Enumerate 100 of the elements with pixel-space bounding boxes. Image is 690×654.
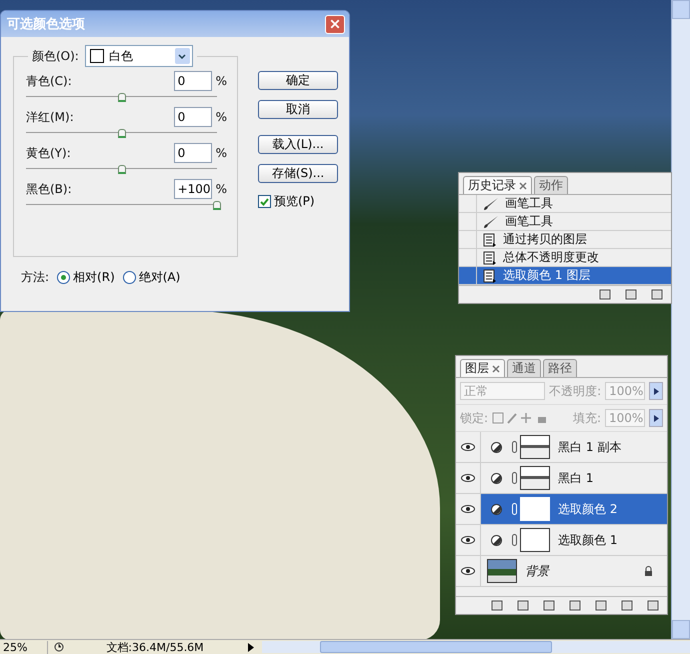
link-icon xyxy=(512,441,517,453)
history-label: 通过拷贝的图层 xyxy=(503,231,587,248)
value-field[interactable]: 0 xyxy=(174,107,212,127)
slider-label: 黑色(B): xyxy=(26,180,72,198)
slider-label: 青色(C): xyxy=(26,72,72,90)
slider-label: 洋红(M): xyxy=(26,108,74,126)
history-item[interactable]: 画笔工具 xyxy=(459,195,671,213)
brush-icon xyxy=(483,214,499,228)
layer-row[interactable]: 背景 xyxy=(456,556,667,587)
history-label: 总体不透明度更改 xyxy=(503,249,599,266)
document-icon xyxy=(483,250,497,264)
link-icon xyxy=(512,472,517,484)
layer-thumbnail xyxy=(520,528,550,552)
toolbar-icon[interactable] xyxy=(647,600,659,611)
history-label: 画笔工具 xyxy=(505,213,553,230)
lock-icon xyxy=(644,566,653,576)
color-dropdown[interactable]: 白色 xyxy=(84,45,193,67)
layer-row[interactable]: 黑白 1 副本 xyxy=(456,432,667,463)
method-label: 方法: xyxy=(21,269,50,286)
toolbar-icon[interactable] xyxy=(543,600,555,611)
zoom-field[interactable]: 25% xyxy=(0,640,48,654)
toolbar-icon[interactable] xyxy=(621,600,633,611)
dialog-button[interactable]: 存储(S)... xyxy=(258,164,338,183)
slider-thumb[interactable] xyxy=(118,165,126,174)
history-item[interactable]: 通过拷贝的图层 xyxy=(459,231,671,249)
close-icon[interactable] xyxy=(519,182,527,190)
lock-label: 锁定: xyxy=(460,410,488,426)
history-item[interactable]: 画笔工具 xyxy=(459,213,671,231)
close-button[interactable] xyxy=(325,14,345,34)
slider-thumb[interactable] xyxy=(213,201,221,210)
slider-track[interactable] xyxy=(26,93,217,102)
history-label: 选取颜色 1 图层 xyxy=(503,267,590,284)
layer-thumbnail xyxy=(520,497,550,521)
toolbar-icon[interactable] xyxy=(517,600,529,611)
slider-track[interactable] xyxy=(26,165,217,174)
eye-icon[interactable] xyxy=(461,536,475,544)
close-icon[interactable] xyxy=(492,364,500,372)
slider-track[interactable] xyxy=(26,129,217,138)
link-icon xyxy=(512,534,517,546)
play-icon[interactable] xyxy=(248,642,254,652)
triangle-icon xyxy=(654,388,659,394)
dialog-button[interactable]: 确定 xyxy=(258,71,338,90)
horizontal-scrollbar[interactable] xyxy=(262,641,690,653)
radio-option[interactable]: 绝对(A) xyxy=(122,269,180,286)
dialog-title: 可选颜色选项 xyxy=(7,16,85,33)
eye-icon[interactable] xyxy=(461,474,475,482)
panel-tab[interactable]: 通道 xyxy=(507,359,541,377)
layer-row[interactable]: 选取颜色 2 xyxy=(456,494,667,525)
chevron-icon xyxy=(174,48,190,64)
layer-row[interactable]: 黑白 1 xyxy=(456,463,667,494)
panel-tab[interactable]: 图层 xyxy=(460,359,505,377)
toolbar-icon[interactable] xyxy=(491,600,503,611)
layer-name: 选取颜色 2 xyxy=(558,500,618,518)
fill-label: 填充: xyxy=(572,410,601,426)
panel-tab[interactable]: 历史记录 xyxy=(463,176,532,194)
adjustment-icon xyxy=(491,504,502,514)
slider-thumb[interactable] xyxy=(118,93,126,102)
percent-sign: % xyxy=(216,182,227,196)
toolbar-icon[interactable] xyxy=(625,289,637,300)
layer-thumbnail xyxy=(520,466,550,490)
layer-row[interactable]: 选取颜色 1 xyxy=(456,525,667,556)
layer-thumbnail xyxy=(487,559,517,583)
preview-checkbox[interactable]: 预览(P) xyxy=(258,193,338,210)
panel-tab[interactable]: 动作 xyxy=(534,176,568,194)
adjustment-icon xyxy=(491,442,502,452)
swatch-icon xyxy=(90,49,104,63)
arrow-button[interactable] xyxy=(649,409,663,427)
value-field[interactable]: 0 xyxy=(174,71,212,91)
value-field[interactable]: +100 xyxy=(174,179,212,199)
toolbar-icon[interactable] xyxy=(569,600,581,611)
opacity-label: 不透明度: xyxy=(549,382,602,400)
value-field[interactable]: 0 xyxy=(174,143,212,163)
dialog-button[interactable]: 载入(L)... xyxy=(258,135,338,154)
layer-name: 黑白 1 xyxy=(558,470,594,486)
checkmark-icon xyxy=(260,198,269,206)
eye-icon[interactable] xyxy=(461,567,475,575)
toolbar-icon[interactable] xyxy=(599,289,611,300)
vertical-scrollbar[interactable] xyxy=(671,0,690,639)
layer-name: 黑白 1 副本 xyxy=(558,438,622,456)
dialog-button[interactable]: 取消 xyxy=(258,100,338,119)
toolbar-icon[interactable] xyxy=(651,289,663,300)
toolbar-icon[interactable] xyxy=(595,600,607,611)
adjustment-icon xyxy=(491,472,502,484)
link-icon xyxy=(512,503,517,515)
radio-option[interactable]: 相对(R) xyxy=(57,269,115,286)
clock-icon[interactable] xyxy=(54,642,64,652)
triangle-icon xyxy=(654,414,658,422)
layer-thumbnail xyxy=(520,435,550,459)
history-item[interactable]: 选取颜色 1 图层 xyxy=(459,267,671,285)
slider-thumb[interactable] xyxy=(118,129,126,138)
history-label: 画笔工具 xyxy=(505,195,553,212)
eye-icon[interactable] xyxy=(461,505,475,513)
percent-sign: % xyxy=(216,146,227,160)
color-label: 颜色(O): xyxy=(32,48,79,64)
arrow-button[interactable] xyxy=(649,382,663,400)
panel-tab[interactable]: 路径 xyxy=(543,359,577,377)
document-icon xyxy=(483,232,497,246)
eye-icon[interactable] xyxy=(461,443,475,451)
percent-sign: % xyxy=(216,110,227,124)
slider-label: 黄色(Y): xyxy=(26,144,71,162)
